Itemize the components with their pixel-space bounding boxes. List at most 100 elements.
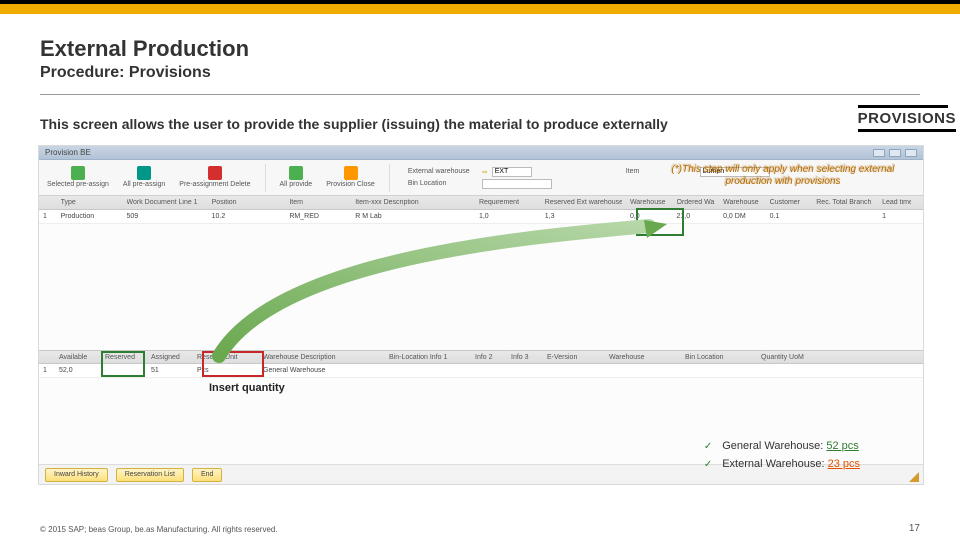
link-arrow-icon[interactable]: ⇨: [482, 168, 488, 176]
insert-quantity-label: Insert quantity: [209, 382, 285, 394]
badge-label: PROVISIONS: [858, 110, 956, 132]
summary-row-general: ✓ General Warehouse: 52 pcs: [704, 440, 860, 452]
col: Position: [212, 199, 251, 206]
page-title: External Production: [40, 36, 249, 62]
col: Lead time: [882, 199, 911, 206]
cell: 1: [43, 213, 53, 220]
highlight-ordered-warehouse: [636, 208, 684, 236]
cell: 0,0 DM: [723, 213, 762, 220]
col: Bin-Location Info 1: [389, 354, 469, 361]
toolbar-label: All pre-assign: [123, 181, 165, 188]
col: Requirement: [479, 199, 537, 206]
close-button[interactable]: [905, 149, 917, 157]
cell: 52,0: [59, 367, 99, 374]
intro-text: This screen allows the user to provide t…: [40, 116, 668, 132]
slide-root: External Production Procedure: Provision…: [0, 0, 960, 540]
list-icon: [137, 166, 151, 180]
summary-row-external: ✓ External Warehouse: 23 pcs: [704, 458, 860, 470]
col: Item: [289, 199, 347, 206]
col: Warehouse: [630, 199, 669, 206]
col: Warehouse Description: [263, 354, 383, 361]
bin-location-input[interactable]: [482, 179, 552, 189]
ext-warehouse-input[interactable]: [492, 167, 532, 177]
toolbar-all-preassign[interactable]: All pre-assign: [123, 166, 165, 188]
external-qty: 23 pcs: [828, 458, 860, 470]
toolbar-preassign-delete[interactable]: Pre-assignment Delete: [179, 166, 250, 188]
cell: RM_RED: [289, 213, 347, 220]
field-label: External warehouse: [408, 168, 478, 175]
grid1-header: Type Work Document Line 1 Position Item …: [39, 196, 923, 210]
toolbar-label: Pre-assignment Delete: [179, 181, 250, 188]
cell: 10.2: [212, 213, 251, 220]
close-icon: [344, 166, 358, 180]
col: Warehouse: [609, 354, 679, 361]
col: Type: [61, 199, 119, 206]
field-label: Bin Location: [408, 180, 478, 187]
external-label: External Warehouse:: [722, 458, 824, 470]
highlight-available: [101, 351, 145, 377]
resizer-icon[interactable]: [909, 472, 919, 482]
inward-history-button[interactable]: Inward History: [45, 468, 108, 482]
col: Work Document Line 1: [127, 199, 204, 206]
cell: 1,0: [479, 213, 537, 220]
copyright-footer: © 2015 SAP; beas Group, be.as Manufactur…: [40, 525, 278, 534]
col: Item-xxx Description: [355, 199, 471, 206]
cell: 1,3: [545, 213, 622, 220]
toolbar-all-provide[interactable]: All provide: [280, 166, 313, 188]
col: Ordered Wa..: [677, 199, 716, 206]
toolbar-label: Selected pre-assign: [47, 181, 109, 188]
maximize-button[interactable]: [889, 149, 901, 157]
cell: 509: [127, 213, 204, 220]
cell: 0.1: [770, 213, 809, 220]
col: Info 2: [475, 354, 505, 361]
check-icon: ✓: [704, 441, 712, 452]
brand-stripe: [0, 0, 960, 14]
badge-overline: [858, 105, 948, 108]
delete-icon: [208, 166, 222, 180]
toolbar-label: All provide: [280, 181, 313, 188]
col: Reserved Ext warehouse: [545, 199, 622, 206]
col: Rec. Total Branch: [816, 199, 874, 206]
provisions-badge: PROVISIONS: [858, 105, 956, 132]
page-subtitle: Procedure: Provisions: [40, 64, 249, 82]
reservation-list-button[interactable]: Reservation List: [116, 468, 184, 482]
window-title: Provision BE: [45, 148, 91, 157]
col: Assigned: [151, 354, 191, 361]
checklist-icon: [71, 166, 85, 180]
cell: R M Lab: [355, 213, 471, 220]
minimize-button[interactable]: [873, 149, 885, 157]
cell: 51: [151, 367, 191, 374]
col: Info 3: [511, 354, 541, 361]
col: Available: [59, 354, 99, 361]
divider: [40, 94, 920, 95]
cell: General Warehouse: [263, 367, 383, 374]
page-number: 17: [909, 523, 920, 534]
title-block: External Production Procedure: Provision…: [40, 36, 249, 82]
warehouse-summary: ✓ General Warehouse: 52 pcs ✓ External W…: [704, 440, 860, 476]
col: Bin Location: [685, 354, 755, 361]
screenshot-panel: Provision BE Selected pre-assign All pre…: [38, 145, 924, 485]
col: Warehouse: [723, 199, 762, 206]
separator: [265, 164, 266, 192]
toolbar-label: Provision Close: [326, 181, 375, 188]
arrow-swoosh-icon: [139, 216, 679, 366]
end-button[interactable]: End: [192, 468, 222, 482]
grid1-row[interactable]: 1 Production 509 10.2 RM_RED R M Lab 1,0…: [39, 210, 923, 224]
toolbar-provision-close[interactable]: Provision Close: [326, 166, 375, 188]
separator: [389, 164, 390, 192]
cell: 1: [882, 213, 911, 220]
general-label: General Warehouse:: [722, 440, 823, 452]
general-qty: 52 pcs: [826, 440, 858, 452]
cell: 1: [43, 367, 53, 374]
note-overlay-shadow: (*)This step will only apply when select…: [670, 163, 894, 187]
col: Customer: [770, 199, 809, 206]
highlight-reserve-unit: [202, 351, 264, 377]
grid2-header: Available Reserved Assigned Reserve Unit…: [39, 350, 923, 364]
check-icon: ✓: [704, 459, 712, 470]
toolbar-selected-preassign[interactable]: Selected pre-assign: [47, 166, 109, 188]
col: E-Version: [547, 354, 587, 361]
window-buttons: [873, 149, 917, 157]
window-titlebar: Provision BE: [39, 146, 923, 160]
grid2-row[interactable]: 1 52,0 51 Pcs General Warehouse: [39, 364, 923, 378]
col: Quantity UoM: [761, 354, 919, 361]
